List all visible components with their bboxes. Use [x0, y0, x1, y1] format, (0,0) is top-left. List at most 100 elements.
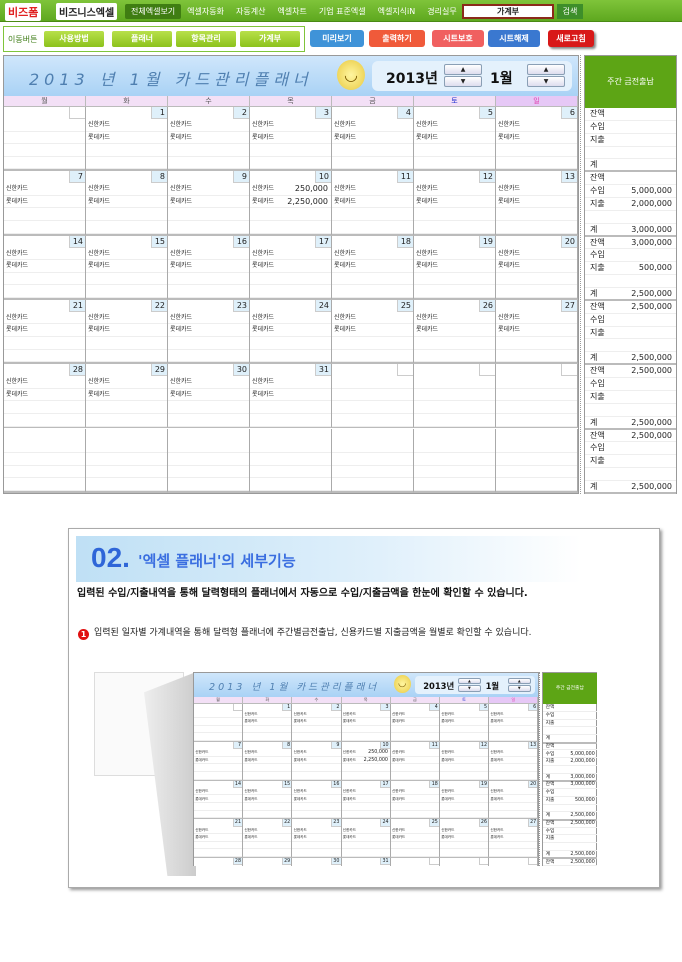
day-cell[interactable] [4, 428, 86, 493]
day-cell[interactable]: 9 신한카드 롯데카드 [168, 171, 250, 236]
search-button[interactable]: 검색 [557, 4, 583, 19]
up-arrow-icon[interactable]: ▲ [507, 677, 531, 685]
day-cell[interactable]: 8 신한카드 롯데카드 [86, 171, 168, 236]
day-cell[interactable]: 23 신한카드 롯데카드 [292, 819, 342, 858]
day-cell[interactable]: 17 신한카드 롯데카드 [250, 235, 332, 300]
day-cell[interactable]: 12 신한카드 롯데카드 [414, 171, 496, 236]
planner-button[interactable]: 플래너 [112, 31, 172, 47]
day-cell[interactable]: 15 신한카드 롯데카드 [86, 235, 168, 300]
day-cell[interactable]: 25 신한카드 롯데카드 [390, 819, 440, 858]
day-cell[interactable]: 31 신한카드 롯데카드 [250, 364, 332, 429]
day-cell[interactable]: 3 신한카드 롯데카드 [341, 703, 391, 743]
day-cell[interactable]: 19 신한카드 롯데카드 [440, 780, 490, 820]
day-cell[interactable]: 30 [292, 857, 342, 866]
nav-item[interactable]: 경리실무 [421, 4, 462, 19]
bizforms-logo[interactable]: 비즈폼 [5, 3, 42, 21]
day-cell[interactable]: 14 신한카드 롯데카드 [4, 235, 86, 300]
day-cell[interactable]: 29 [243, 857, 293, 866]
day-cell[interactable]: 22 신한카드 롯데카드 [243, 819, 293, 858]
business-excel-logo[interactable]: 비즈니스엑셀 [56, 3, 118, 20]
day-cell[interactable] [4, 107, 86, 172]
nav-item[interactable]: 엑셀자동화 [181, 4, 230, 19]
day-cell[interactable] [496, 428, 578, 493]
day-cell[interactable]: 14 신한카드 롯데카드 [194, 780, 244, 820]
down-arrow-icon[interactable]: ▼ [444, 76, 482, 87]
up-arrow-icon[interactable]: ▲ [444, 64, 482, 75]
day-cell[interactable]: 27 신한카드 롯데카드 [489, 819, 539, 858]
day-cell[interactable]: 9 신한카드 롯데카드 [292, 742, 342, 781]
day-cell[interactable]: 20 신한카드 롯데카드 [496, 235, 578, 300]
day-cell[interactable]: 18 신한카드 롯데카드 [332, 235, 414, 300]
nav-item[interactable]: 자동계산 [230, 4, 271, 19]
year-spinner[interactable]: ▲ ▼ [444, 64, 482, 88]
day-cell[interactable] [332, 364, 414, 429]
day-cell[interactable]: 29 신한카드 롯데카드 [86, 364, 168, 429]
unprotect-sheet-button[interactable]: 시트해제 [488, 30, 540, 47]
day-cell[interactable] [489, 857, 539, 866]
household-button[interactable]: 가계부 [240, 31, 300, 47]
day-cell[interactable]: 26 신한카드 롯데카드 [414, 299, 496, 365]
day-cell[interactable]: 6 신한카드 롯데카드 [496, 107, 578, 172]
day-cell[interactable]: 4 신한카드 롯데카드 [390, 703, 440, 743]
day-cell[interactable] [86, 428, 168, 493]
day-cell[interactable]: 24 신한카드 롯데카드 [341, 819, 391, 858]
down-arrow-icon[interactable]: ▼ [527, 76, 565, 87]
day-cell[interactable]: 24 신한카드 롯데카드 [250, 299, 332, 365]
day-cell[interactable]: 11 신한카드 롯데카드 [390, 742, 440, 781]
day-cell[interactable] [390, 857, 440, 866]
day-cell[interactable]: 25 신한카드 롯데카드 [332, 299, 414, 365]
day-cell[interactable] [250, 428, 332, 493]
day-cell[interactable]: 20 신한카드 롯데카드 [489, 780, 539, 820]
day-cell[interactable]: 27 신한카드 롯데카드 [496, 299, 578, 365]
month-spinner[interactable]: ▲ ▼ [507, 677, 531, 692]
search-input[interactable]: 가계부 [462, 4, 554, 19]
day-cell[interactable]: 1 신한카드 롯데카드 [86, 107, 168, 172]
day-cell[interactable]: 2 신한카드 롯데카드 [168, 107, 250, 172]
day-cell[interactable]: 28 신한카드 롯데카드 [4, 364, 86, 429]
day-cell[interactable]: 6 신한카드 롯데카드 [489, 703, 539, 743]
up-arrow-icon[interactable]: ▲ [527, 64, 565, 75]
day-cell[interactable]: 28 [194, 857, 244, 866]
day-cell[interactable] [332, 428, 414, 493]
month-spinner[interactable]: ▲ ▼ [527, 64, 565, 88]
day-cell[interactable]: 5 신한카드 롯데카드 [440, 703, 490, 743]
day-cell[interactable]: 1 신한카드 롯데카드 [243, 703, 293, 743]
day-cell[interactable]: 12 신한카드 롯데카드 [440, 742, 490, 781]
print-button[interactable]: 출력하기 [369, 30, 425, 47]
day-cell[interactable]: 4 신한카드 롯데카드 [332, 107, 414, 172]
day-cell[interactable]: 17 신한카드 롯데카드 [341, 780, 391, 820]
down-arrow-icon[interactable]: ▼ [507, 684, 531, 692]
down-arrow-icon[interactable]: ▼ [457, 684, 481, 692]
day-cell[interactable]: 22 신한카드 롯데카드 [86, 299, 168, 365]
day-cell[interactable]: 8 신한카드 롯데카드 [243, 742, 293, 781]
day-cell[interactable]: 19 신한카드 롯데카드 [414, 235, 496, 300]
day-cell[interactable]: 18 신한카드 롯데카드 [390, 780, 440, 820]
day-cell[interactable]: 21 신한카드 롯데카드 [194, 819, 244, 858]
day-cell[interactable]: 16 신한카드 롯데카드 [292, 780, 342, 820]
day-cell[interactable]: 31 [341, 857, 391, 866]
day-cell[interactable]: 23 신한카드 롯데카드 [168, 299, 250, 365]
protect-sheet-button[interactable]: 시트보호 [432, 30, 484, 47]
year-spinner[interactable]: ▲ ▼ [457, 677, 481, 692]
day-cell[interactable] [414, 364, 496, 429]
day-cell[interactable]: 13 신한카드 롯데카드 [496, 171, 578, 236]
usage-button[interactable]: 사용방법 [44, 31, 104, 47]
up-arrow-icon[interactable]: ▲ [457, 677, 481, 685]
day-cell[interactable]: 7 신한카드 롯데카드 [194, 742, 244, 781]
day-cell[interactable]: 26 신한카드 롯데카드 [440, 819, 490, 858]
nav-item[interactable]: 엑셀차트 [271, 4, 312, 19]
day-cell[interactable] [194, 703, 244, 743]
day-cell[interactable]: 10 신한카드 250,000 롯데카드 2,250,000 [250, 171, 332, 236]
day-cell[interactable]: 10 신한카드 250,000 롯데카드 2,250,000 [341, 742, 391, 781]
day-cell[interactable] [414, 428, 496, 493]
day-cell[interactable]: 11 신한카드 롯데카드 [332, 171, 414, 236]
day-cell[interactable] [496, 364, 578, 429]
preview-button[interactable]: 미리보기 [310, 30, 364, 47]
day-cell[interactable]: 2 신한카드 롯데카드 [292, 703, 342, 743]
day-cell[interactable]: 5 신한카드 롯데카드 [414, 107, 496, 172]
day-cell[interactable]: 15 신한카드 롯데카드 [243, 780, 293, 820]
day-cell[interactable] [168, 428, 250, 493]
day-cell[interactable]: 16 신한카드 롯데카드 [168, 235, 250, 300]
day-cell[interactable]: 13 신한카드 롯데카드 [489, 742, 539, 781]
day-cell[interactable] [440, 857, 490, 866]
